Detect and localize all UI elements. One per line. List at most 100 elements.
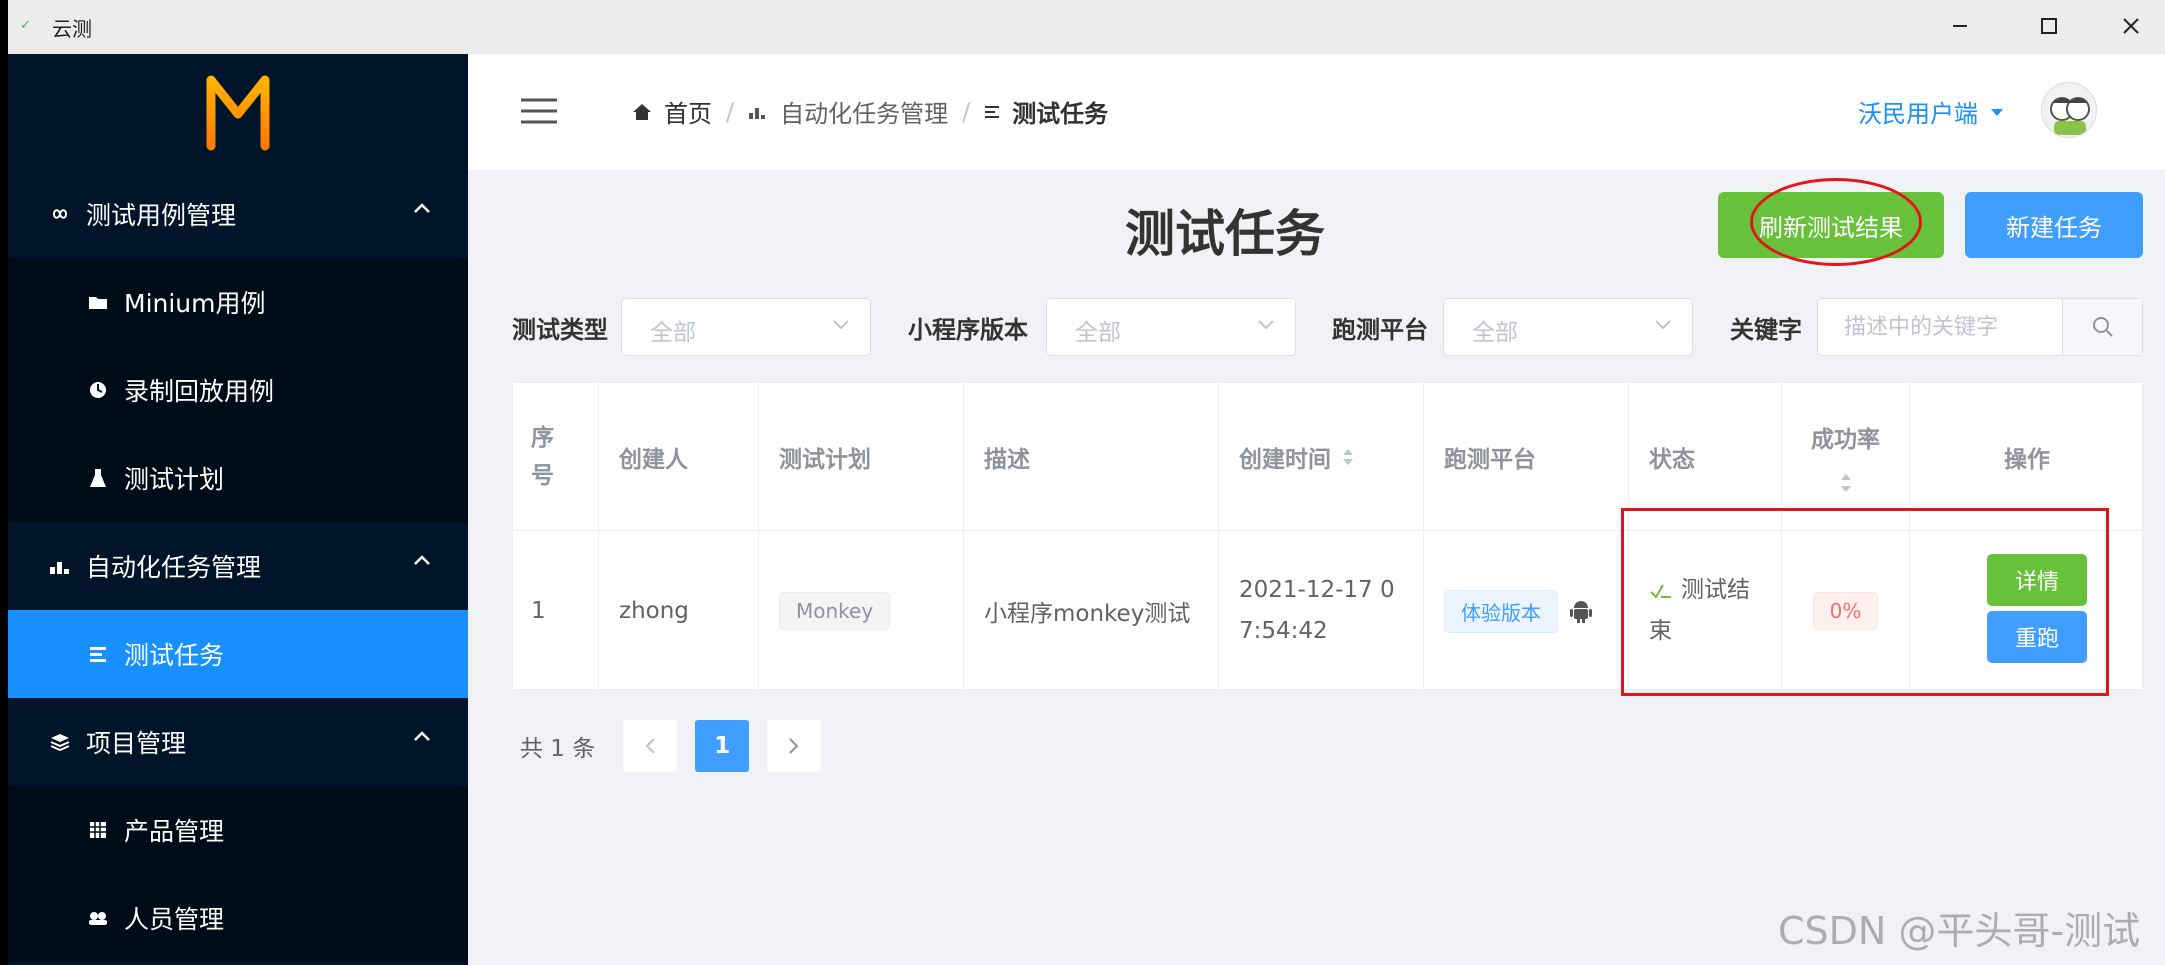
list-icon bbox=[985, 105, 1000, 118]
home-icon bbox=[633, 103, 651, 120]
sidebar-item-test-plan[interactable]: 测试计划 bbox=[8, 434, 468, 522]
sidebar-item-label: 人员管理 bbox=[124, 905, 225, 934]
select-value: 全部 bbox=[1472, 320, 1518, 346]
hamburger-menu-button[interactable] bbox=[520, 97, 558, 129]
avatar[interactable] bbox=[2041, 82, 2097, 138]
grid-icon bbox=[86, 821, 110, 839]
avatar-icon bbox=[2050, 97, 2090, 135]
page-title: 测试任务 bbox=[1125, 205, 1325, 263]
pagination: 共 1 条 1 bbox=[520, 720, 822, 772]
platform-tag: 体验版本 bbox=[1444, 589, 1558, 633]
cell-created: 2021-12-17 0 7:54:42 bbox=[1219, 531, 1424, 691]
user-dropdown[interactable]: 沃民用户端 bbox=[1858, 94, 2004, 129]
column-header-platform: 跑测平台 bbox=[1424, 383, 1629, 531]
cell-platform: 体验版本 bbox=[1424, 531, 1629, 691]
list-icon bbox=[86, 645, 110, 663]
infinity-icon bbox=[48, 208, 72, 220]
filter-keyword-label: 关键字 bbox=[1730, 316, 1802, 344]
filter-version-label: 小程序版本 bbox=[908, 316, 1028, 344]
logo bbox=[8, 54, 468, 170]
chart-icon bbox=[749, 107, 766, 119]
maximize-button[interactable] bbox=[2027, 6, 2071, 46]
chevron-up-icon bbox=[414, 203, 430, 213]
select-value: 全部 bbox=[1075, 320, 1121, 346]
app-window: ✓ 云测 测试用例管理 Minium用例 录制回放用例 测试计划 自动化任务管理… bbox=[8, 0, 2165, 965]
flask-icon bbox=[86, 468, 110, 488]
user-name: 沃民用户端 bbox=[1858, 100, 1978, 128]
title-bar: ✓ 云测 bbox=[8, 0, 2165, 54]
top-header: 首页 / 自动化任务管理 / 测试任务 沃民用户端 bbox=[468, 54, 2165, 170]
annotation-ellipse bbox=[1750, 178, 1922, 266]
menu-group-test-cases[interactable]: 测试用例管理 bbox=[8, 170, 468, 258]
search-button[interactable] bbox=[2062, 299, 2142, 355]
filter-type-label: 测试类型 bbox=[512, 316, 608, 344]
maximize-icon bbox=[2041, 18, 2057, 34]
version-select[interactable]: 全部 bbox=[1046, 298, 1296, 356]
minimize-button[interactable] bbox=[1938, 6, 1982, 46]
chart-icon bbox=[48, 557, 72, 575]
chevron-down-icon bbox=[1258, 320, 1274, 330]
select-value: 全部 bbox=[650, 320, 696, 346]
menu-group-label: 项目管理 bbox=[86, 729, 187, 758]
cell-index: 1 bbox=[513, 531, 599, 691]
cell-plan: Monkey bbox=[759, 531, 964, 691]
close-button[interactable] bbox=[2109, 6, 2153, 46]
sidebar-item-label: 产品管理 bbox=[124, 817, 225, 846]
column-header-label: 成功率 bbox=[1811, 426, 1880, 453]
sort-icon bbox=[1343, 448, 1353, 465]
folder-icon bbox=[86, 294, 110, 310]
chevron-up-icon bbox=[414, 731, 430, 741]
sidebar-item-record-replay[interactable]: 录制回放用例 bbox=[8, 346, 468, 434]
chevron-down-icon bbox=[833, 320, 849, 330]
keyword-search bbox=[1817, 298, 2143, 356]
sidebar-item-test-tasks[interactable]: 测试任务 bbox=[8, 610, 468, 698]
sidebar-item-products[interactable]: 产品管理 bbox=[8, 786, 468, 874]
menu-group-label: 自动化任务管理 bbox=[86, 553, 262, 582]
breadcrumb-label: 自动化任务管理 bbox=[780, 100, 949, 128]
prev-page-button[interactable] bbox=[623, 720, 678, 772]
chevron-left-icon bbox=[645, 738, 655, 754]
sidebar-item-people[interactable]: 人员管理 bbox=[8, 874, 468, 962]
chevron-up-icon bbox=[414, 555, 430, 565]
m-logo-icon bbox=[206, 75, 270, 151]
menu-group-label: 测试用例管理 bbox=[86, 201, 237, 230]
record-icon bbox=[86, 380, 110, 400]
breadcrumb-label: 首页 bbox=[664, 100, 712, 128]
main-content: 测试任务 刷新测试结果 新建任务 测试类型 全部 小程序版本 全部 跑测平台 全… bbox=[468, 170, 2165, 965]
breadcrumb-separator: / bbox=[726, 97, 735, 126]
pagination-total: 共 1 条 bbox=[520, 736, 596, 762]
close-icon bbox=[2123, 18, 2139, 34]
breadcrumb-separator: / bbox=[962, 97, 971, 126]
column-header-desc: 描述 bbox=[964, 383, 1219, 531]
menu-group-automation[interactable]: 自动化任务管理 bbox=[8, 522, 468, 610]
page-number-current[interactable]: 1 bbox=[695, 720, 750, 772]
hamburger-icon bbox=[521, 98, 557, 124]
sort-icon bbox=[1840, 473, 1851, 492]
window-title: 云测 bbox=[52, 17, 92, 41]
test-type-select[interactable]: 全部 bbox=[621, 298, 871, 356]
column-header-created[interactable]: 创建时间 bbox=[1219, 383, 1424, 531]
chevron-right-icon bbox=[789, 738, 799, 754]
people-icon bbox=[86, 910, 110, 926]
filter-platform-label: 跑测平台 bbox=[1332, 316, 1428, 344]
platform-select[interactable]: 全部 bbox=[1443, 298, 1693, 356]
sidebar-item-minium-cases[interactable]: Minium用例 bbox=[8, 258, 468, 346]
sidebar-item-label: 测试计划 bbox=[124, 465, 225, 494]
new-task-button[interactable]: 新建任务 bbox=[1965, 192, 2143, 258]
breadcrumb-label: 测试任务 bbox=[1012, 100, 1109, 128]
watermark: CSDN @平头哥-测试 bbox=[1778, 909, 2141, 953]
sidebar: 测试用例管理 Minium用例 录制回放用例 测试计划 自动化任务管理 测试任务… bbox=[8, 54, 468, 965]
column-header-plan: 测试计划 bbox=[759, 383, 964, 531]
chevron-down-icon bbox=[1655, 320, 1671, 330]
sidebar-item-label: 测试任务 bbox=[124, 641, 225, 670]
breadcrumb-automation[interactable]: 自动化任务管理 bbox=[748, 94, 948, 129]
next-page-button[interactable] bbox=[767, 720, 822, 772]
breadcrumb: 首页 / 自动化任务管理 / 测试任务 bbox=[632, 94, 1108, 129]
column-header-creator: 创建人 bbox=[599, 383, 759, 531]
caret-down-icon bbox=[1991, 108, 2003, 116]
breadcrumb-home[interactable]: 首页 bbox=[632, 94, 712, 129]
keyword-input[interactable] bbox=[1818, 299, 2062, 355]
minimize-icon bbox=[1953, 25, 1967, 27]
menu-group-projects[interactable]: 项目管理 bbox=[8, 698, 468, 786]
created-line-2: 7:54:42 bbox=[1239, 618, 1328, 644]
